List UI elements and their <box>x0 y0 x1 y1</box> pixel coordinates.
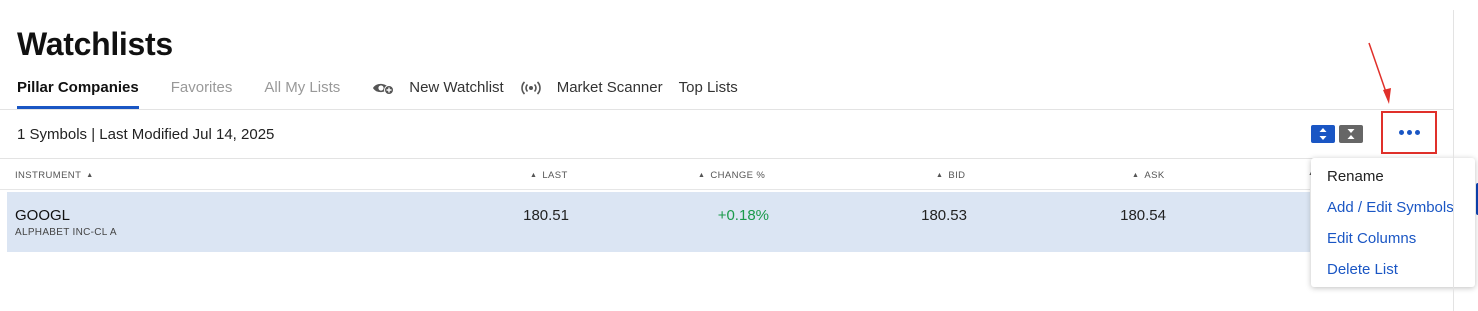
list-options-menu: Rename Add / Edit Symbols Edit Columns D… <box>1311 158 1475 287</box>
collapse-icon <box>1347 129 1355 139</box>
eye-plus-icon <box>372 79 395 97</box>
market-scanner-button[interactable]: Market Scanner <box>520 78 663 98</box>
right-side-panel <box>1454 0 1478 311</box>
header-divider <box>0 189 1310 190</box>
scanner-signal-icon <box>520 79 542 97</box>
row-ask: 180.54 <box>1120 207 1166 224</box>
row-bid: 180.53 <box>921 207 967 224</box>
tab-favorites[interactable]: Favorites <box>171 78 233 109</box>
watchlist-summary: 1 Symbols | Last Modified Jul 14, 2025 <box>17 126 275 143</box>
new-watchlist-label: New Watchlist <box>409 79 504 96</box>
expand-rows-button[interactable] <box>1311 125 1335 143</box>
column-header-last[interactable]: ▲ LAST <box>525 170 568 181</box>
top-lists-button[interactable]: Top Lists <box>679 78 738 98</box>
tab-pillar-companies[interactable]: Pillar Companies <box>17 78 139 109</box>
market-scanner-label: Market Scanner <box>556 79 663 96</box>
new-watchlist-button[interactable]: New Watchlist <box>372 78 504 98</box>
collapse-rows-button[interactable] <box>1339 125 1363 143</box>
menu-item-add-edit-symbols[interactable]: Add / Edit Symbols <box>1327 199 1454 216</box>
column-header-instrument[interactable]: INSTRUMENT ▲ <box>15 170 99 181</box>
sort-asc-icon: ▲ <box>1132 172 1140 179</box>
row-company-name: ALPHABET INC-CL A <box>15 227 117 238</box>
menu-item-rename[interactable]: Rename <box>1327 168 1384 185</box>
row-last: 180.51 <box>523 207 569 224</box>
expand-icon <box>1319 128 1327 140</box>
sort-asc-icon: ▲ <box>936 172 944 179</box>
row-symbol: GOOGL <box>15 207 71 224</box>
sort-asc-icon: ▲ <box>530 172 538 179</box>
sort-asc-icon: ▲ <box>698 172 706 179</box>
info-divider <box>0 158 1453 159</box>
menu-item-delete-list[interactable]: Delete List <box>1327 261 1398 278</box>
watchlists-page: Watchlists Pillar Companies Favorites Al… <box>0 0 1478 311</box>
table-row[interactable]: GOOGL ALPHABET INC-CL A 180.51 +0.18% 18… <box>7 192 1310 252</box>
more-options-button[interactable] <box>1381 111 1437 154</box>
page-title: Watchlists <box>17 26 173 62</box>
main-panel: Watchlists Pillar Companies Favorites Al… <box>0 0 1475 311</box>
column-header-change-pct[interactable]: ▲ CHANGE % <box>693 170 765 181</box>
tab-bar: Pillar Companies Favorites All My Lists … <box>17 78 754 110</box>
menu-item-edit-columns[interactable]: Edit Columns <box>1327 230 1416 247</box>
sort-asc-icon: ▲ <box>86 172 94 179</box>
top-lists-label: Top Lists <box>678 79 738 96</box>
column-header-bid[interactable]: ▲ BID <box>931 170 965 181</box>
tab-all-my-lists[interactable]: All My Lists <box>264 78 340 109</box>
annotation-arrow-icon <box>1368 42 1391 104</box>
tabs-divider <box>0 109 1453 110</box>
row-change-pct: +0.18% <box>717 207 769 224</box>
more-dots-icon <box>1398 130 1420 135</box>
table-header: INSTRUMENT▲ ▲LAST ▲CHANGE % ▲BID ▲ASK ▲ <box>0 166 1453 186</box>
column-header-ask[interactable]: ▲ ASK <box>1127 170 1165 181</box>
